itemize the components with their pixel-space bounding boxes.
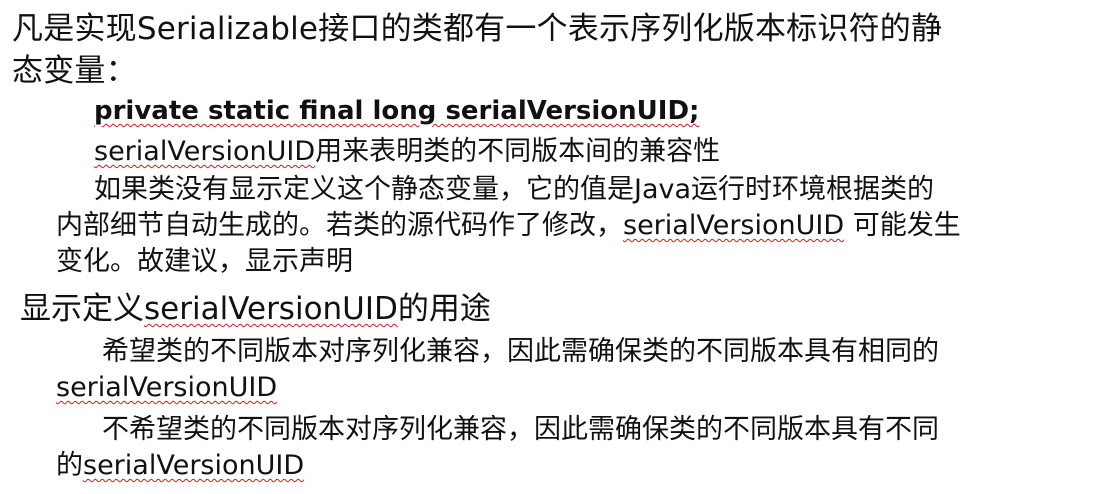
uses-heading-keyword: serialVersionUID	[144, 291, 398, 327]
uses-heading-suffix: 的用途	[397, 291, 491, 327]
purpose-line: serialVersionUID用来表明类的不同版本间的兼容性	[94, 138, 720, 165]
use-2-prefix: 的	[56, 450, 83, 481]
uses-heading: 显示定义serialVersionUID的用途	[20, 294, 491, 325]
use-1-keyword: serialVersionUID	[56, 372, 278, 403]
declaration-text: private static final long serialVersionU…	[94, 96, 700, 126]
use-1-line-2: serialVersionUID	[56, 374, 277, 401]
auto-line-3: 变化。故建议，显示声明	[56, 246, 353, 277]
auto-line-2-suffix: 可能发生	[844, 210, 961, 241]
heading-line-2: 态变量：	[12, 53, 137, 89]
auto-line-2-keyword: serialVersionUID	[623, 210, 845, 241]
auto-line-1: 如果类没有显示定义这个静态变量，它的值是Java运行时环境根据类的	[94, 174, 935, 205]
purpose-text: 用来表明类的不同版本间的兼容性	[315, 136, 721, 167]
purpose-keyword: serialVersionUID	[94, 136, 316, 167]
declaration-code: private static final long serialVersionU…	[94, 98, 699, 124]
auto-line-2-prefix: 内部细节自动生成的。若类的源代码作了修改，	[56, 210, 623, 241]
heading-suffix: 接口的类都有一个表示序列化版本标识符的静	[318, 11, 943, 47]
use-2-line-2: 的serialVersionUID	[56, 452, 304, 479]
uses-heading-prefix: 显示定义	[20, 291, 144, 327]
heading-keyword: Serializable	[136, 11, 319, 47]
heading-prefix: 凡是实现	[12, 11, 137, 47]
slide: 凡是实现Serializable接口的类都有一个表示序列化版本标识符的静 态变量…	[0, 0, 1104, 494]
use-1-line-1: 希望类的不同版本对序列化兼容，因此需确保类的不同版本具有相同的	[102, 336, 939, 367]
heading-line-1: 凡是实现Serializable接口的类都有一个表示序列化版本标识符的静	[12, 14, 942, 45]
use-2-keyword: serialVersionUID	[83, 450, 305, 481]
auto-line-2: 内部细节自动生成的。若类的源代码作了修改，serialVersionUID 可能…	[56, 212, 961, 239]
use-2-line-1: 不希望类的不同版本对序列化兼容，因此需确保类的不同版本具有不同	[102, 414, 939, 445]
